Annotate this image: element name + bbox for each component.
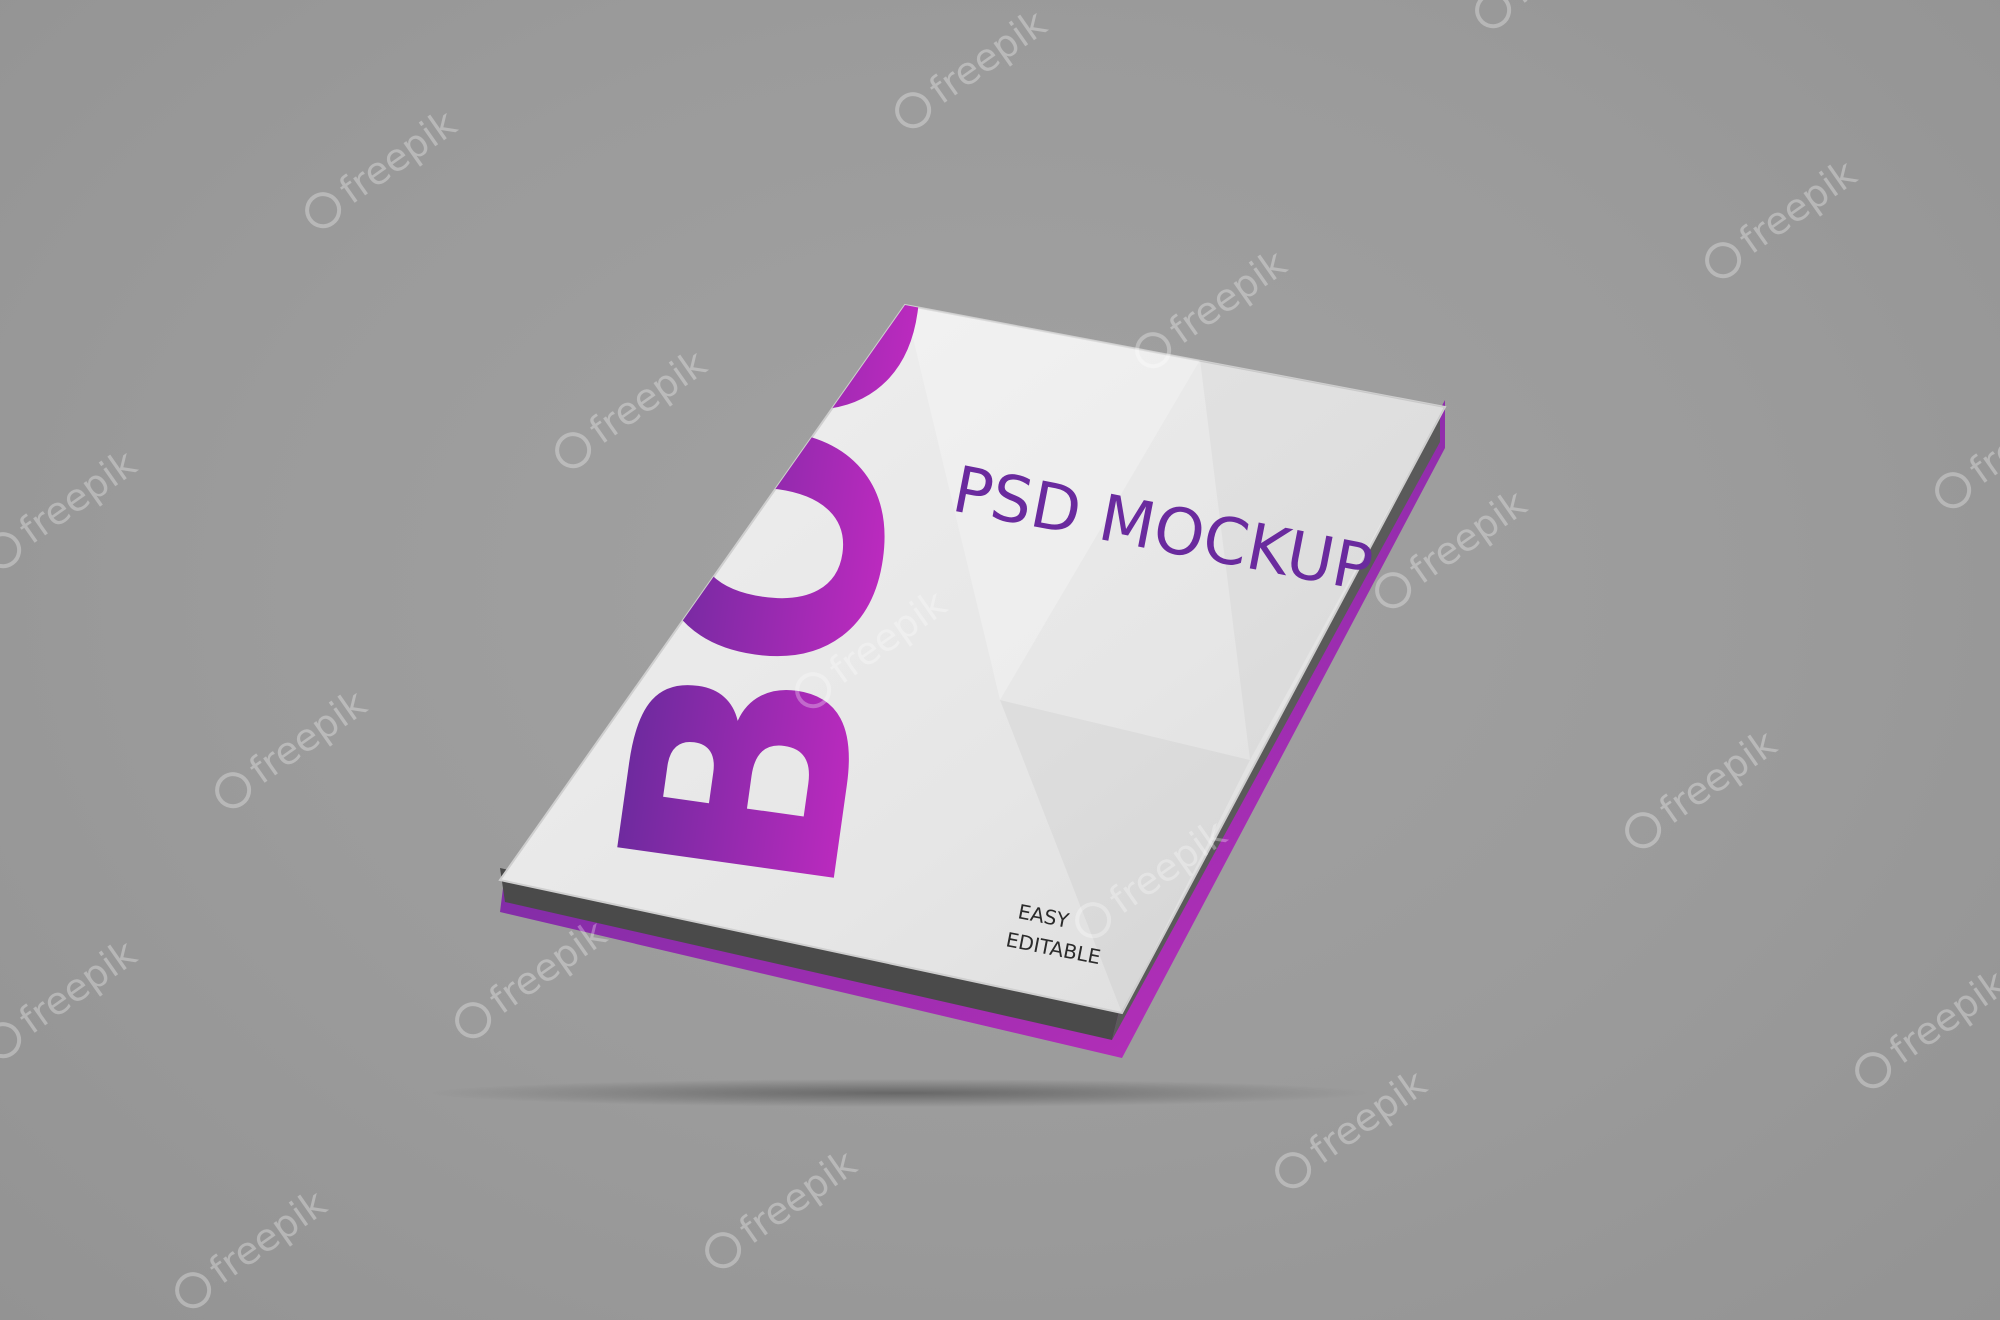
- freepik-logo-icon: [555, 432, 592, 469]
- watermark-text: freepik: [731, 1141, 864, 1253]
- scene-svg: BOOK PSD MOCKUP EASY EDITABLE freepik fr…: [0, 0, 2000, 1309]
- freepik-logo-icon: [0, 532, 22, 569]
- freepik-logo-icon: [215, 772, 252, 809]
- freepik-logo-icon: [705, 1232, 742, 1269]
- floor-shadow: [430, 1079, 1370, 1107]
- watermark-text: freepik: [331, 101, 464, 213]
- watermark-text: freepik: [1961, 381, 2000, 493]
- watermark-text: freepik: [1301, 1061, 1434, 1173]
- watermark-text: freepik: [201, 1181, 334, 1293]
- watermark-text: freepik: [921, 1, 1054, 113]
- freepik-logo-icon: [1625, 812, 1662, 849]
- watermark-text: freepik: [11, 441, 144, 553]
- freepik-logo-icon: [0, 1022, 22, 1059]
- watermark-text: freepik: [1881, 961, 2000, 1073]
- freepik-logo-icon: [175, 1272, 212, 1309]
- watermark-text: freepik: [1161, 241, 1294, 353]
- watermark-text: freepik: [1731, 151, 1864, 263]
- freepik-logo-icon: [1855, 1052, 1892, 1089]
- watermark-text: freepik: [1501, 0, 1634, 12]
- freepik-logo-icon: [1275, 1152, 1312, 1189]
- watermark-text: freepik: [241, 681, 374, 793]
- freepik-logo-icon: [1475, 0, 1512, 29]
- freepik-logo-icon: [1705, 242, 1742, 279]
- freepik-logo-icon: [1935, 472, 1972, 509]
- watermark-text: freepik: [581, 341, 714, 453]
- watermark-text: freepik: [11, 931, 144, 1043]
- freepik-logo-icon: [305, 192, 342, 229]
- watermark-text: freepik: [1401, 481, 1534, 593]
- mockup-scene: BOOK PSD MOCKUP EASY EDITABLE freepik fr…: [0, 0, 2000, 1320]
- freepik-logo-icon: [895, 92, 932, 129]
- watermark-text: freepik: [1651, 721, 1784, 833]
- watermark-text: freepik: [481, 911, 614, 1023]
- freepik-logo-icon: [455, 1002, 492, 1039]
